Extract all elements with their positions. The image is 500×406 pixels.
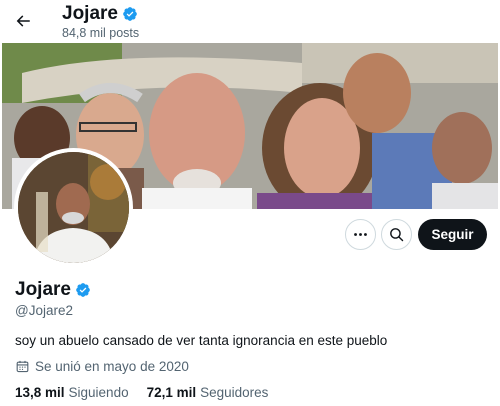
handle: @Jojare2 [15,303,73,318]
more-button[interactable] [345,219,376,250]
join-date-text: Se unió en mayo de 2020 [35,359,189,374]
following-label: Siguiendo [68,385,129,400]
display-name: Jojare [15,279,71,300]
search-profile-button[interactable] [381,219,412,250]
profile-stats: 13,8 mil Siguiendo 72,1 mil Seguidores [15,385,268,400]
following-link[interactable]: 13,8 mil Siguiendo [15,385,129,400]
avatar[interactable] [14,148,133,267]
avatar-photo [18,152,129,263]
search-icon [390,228,404,242]
more-horizontal-icon [354,233,367,236]
posts-count: 84,8 mil posts [62,26,140,40]
verified-badge-icon [122,6,138,22]
calendar-icon [16,360,29,373]
arrow-left-icon [16,15,30,27]
profile-name: Jojare [15,279,91,301]
followers-count: 72,1 mil [146,385,197,400]
followers-label: Seguidores [200,385,269,400]
verified-badge-icon[interactable] [75,282,91,298]
followers-link[interactable]: 72,1 mil Seguidores [147,385,269,400]
following-count: 13,8 mil [15,385,65,400]
back-button[interactable] [8,6,38,36]
join-date: Se unió en mayo de 2020 [15,359,189,374]
follow-button[interactable]: Seguir [418,219,487,250]
header-name: Jojare [62,3,118,24]
top-bar: Jojare 84,8 mil posts [0,0,500,44]
bio: soy un abuelo cansado de ver tanta ignor… [15,333,388,348]
header-title: Jojare [62,3,138,25]
